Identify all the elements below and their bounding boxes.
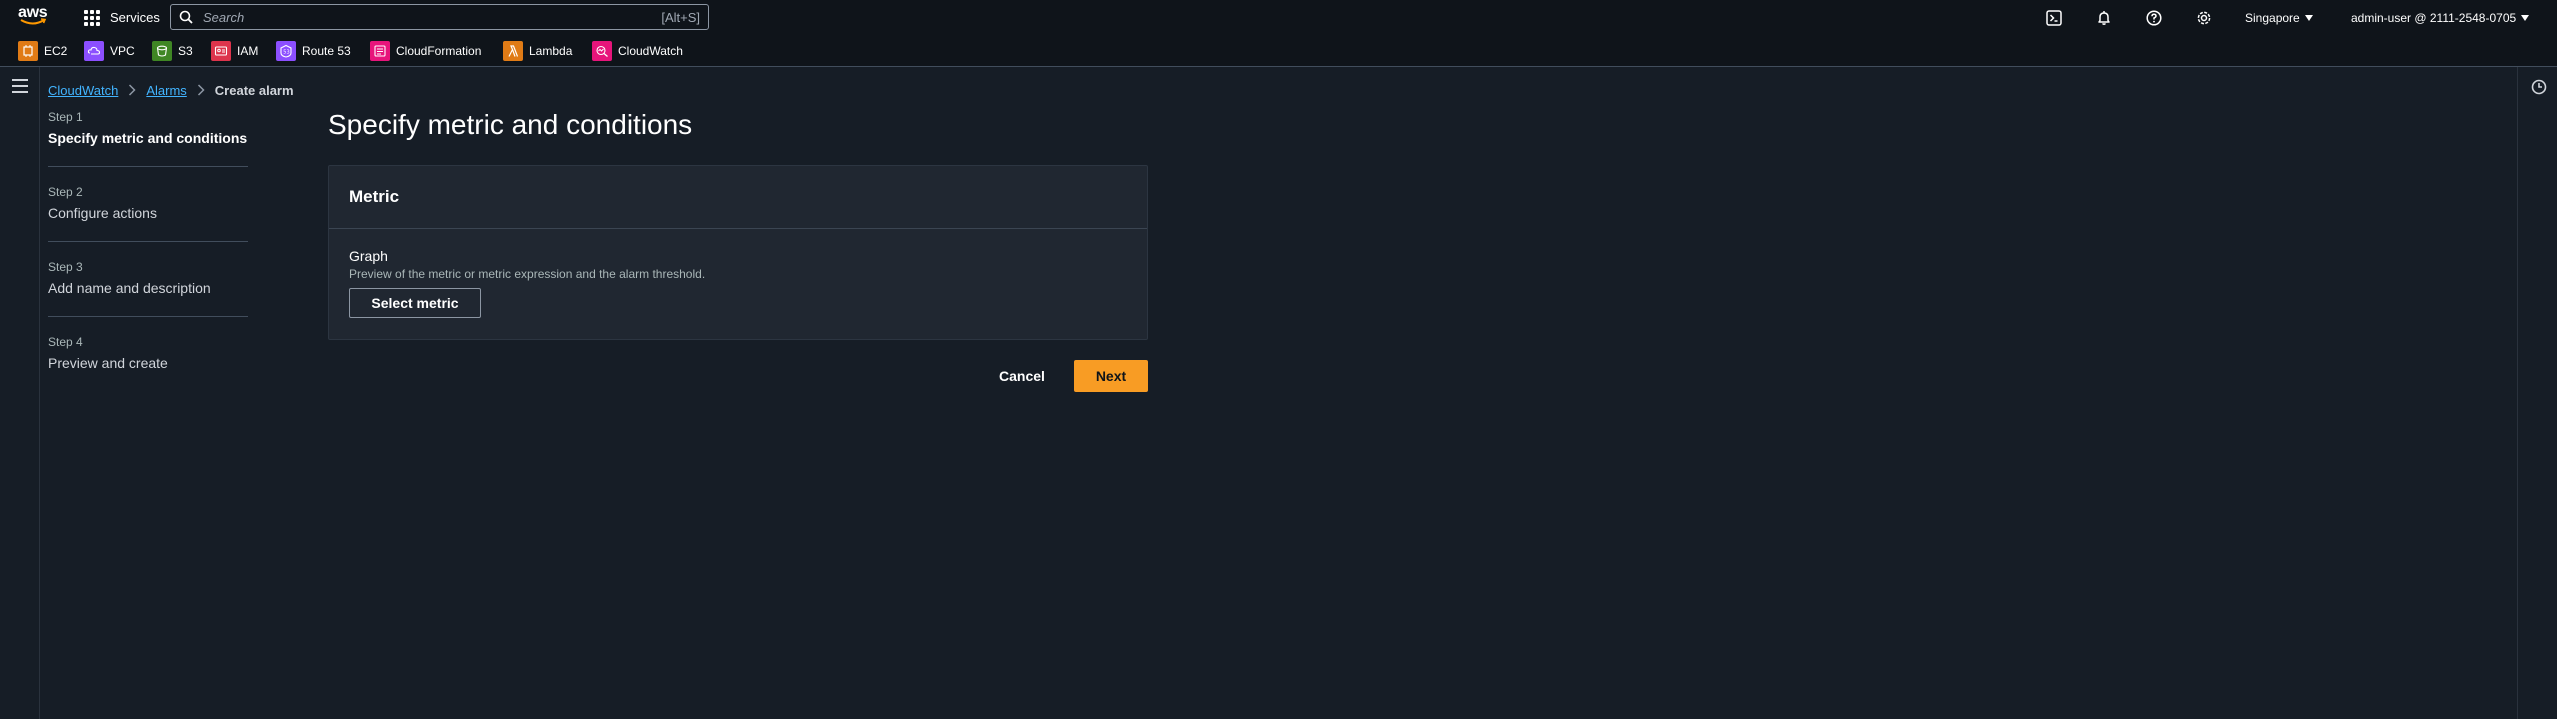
step-number: Step 4: [48, 335, 83, 349]
favorite-vpc[interactable]: VPC: [84, 41, 135, 61]
panel-header: Metric: [329, 166, 1147, 229]
ec2-icon: [18, 41, 38, 61]
route53-icon: 53: [276, 41, 296, 61]
step-divider: [48, 166, 248, 167]
metric-panel: Metric Graph Preview of the metric or me…: [328, 165, 1148, 340]
lambda-icon: [503, 41, 523, 61]
favorite-lambda[interactable]: Lambda: [503, 41, 572, 61]
search-input[interactable]: [203, 9, 662, 25]
cloudwatch-icon: [592, 41, 612, 61]
aws-logo[interactable]: aws: [18, 5, 50, 29]
wizard-step-4[interactable]: Step 4 Preview and create: [48, 335, 248, 410]
wizard-steps: Step 1 Specify metric and conditions Ste…: [48, 110, 248, 410]
step-divider: [48, 316, 248, 317]
svg-text:53: 53: [283, 50, 289, 56]
breadcrumb-link-cloudwatch[interactable]: CloudWatch: [48, 83, 118, 98]
panel-title: Metric: [349, 187, 400, 206]
favorite-label: EC2: [44, 44, 68, 58]
step-number: Step 3: [48, 260, 83, 274]
help-icon[interactable]: [2145, 9, 2163, 27]
step-label: Add name and description: [48, 280, 211, 296]
favorite-cloudformation[interactable]: CloudFormation: [370, 41, 481, 61]
tools-panel-toggle-icon[interactable]: [2531, 79, 2547, 95]
search-icon: [179, 10, 193, 24]
step-label: Configure actions: [48, 205, 157, 221]
step-label: Specify metric and conditions: [48, 130, 248, 146]
settings-gear-icon[interactable]: [2195, 9, 2213, 27]
iam-icon: [211, 41, 231, 61]
chevron-right-icon: [197, 84, 205, 96]
chevron-right-icon: [128, 84, 136, 96]
graph-field-description: Preview of the metric or metric expressi…: [349, 267, 706, 281]
favorite-route-53[interactable]: 53 Route 53: [276, 41, 351, 61]
favorites-bar: EC2 VPC S3 IAM 53 Route 53 CloudFormatio…: [0, 35, 2557, 67]
services-menu-button[interactable]: Services: [84, 0, 160, 35]
wizard-step-2[interactable]: Step 2 Configure actions: [48, 185, 248, 260]
caret-down-icon: [2521, 14, 2530, 21]
account-menu[interactable]: admin-user @ 2111-2548-0705: [2351, 0, 2530, 35]
caret-down-icon: [2304, 14, 2313, 21]
s3-icon: [152, 41, 172, 61]
favorite-s3[interactable]: S3: [152, 41, 193, 61]
favorite-label: CloudFormation: [396, 44, 482, 58]
page-title: Specify metric and conditions: [328, 109, 693, 140]
breadcrumb: CloudWatch Alarms Create alarm: [48, 80, 294, 100]
select-metric-button[interactable]: Select metric: [349, 288, 481, 318]
favorite-ec2[interactable]: EC2: [18, 41, 67, 61]
breadcrumb-link-alarms[interactable]: Alarms: [146, 83, 186, 98]
favorite-label: CloudWatch: [618, 44, 683, 58]
services-label: Services: [110, 10, 160, 25]
vpc-icon: [84, 41, 104, 61]
services-grid-icon: [84, 9, 100, 26]
favorite-label: Lambda: [529, 44, 573, 58]
step-divider: [48, 241, 248, 242]
next-button[interactable]: Next: [1074, 360, 1148, 392]
cloudformation-icon: [370, 41, 390, 61]
favorite-label: IAM: [237, 44, 259, 58]
wizard-step-3[interactable]: Step 3 Add name and description: [48, 260, 248, 335]
wizard-step-1[interactable]: Step 1 Specify metric and conditions: [48, 110, 248, 185]
side-navigation-strip: [0, 67, 40, 719]
panel-body: Graph Preview of the metric or metric ex…: [329, 229, 1147, 337]
step-label: Preview and create: [48, 355, 168, 371]
step-number: Step 1: [48, 110, 83, 124]
favorite-iam[interactable]: IAM: [211, 41, 258, 61]
breadcrumb-current: Create alarm: [214, 82, 294, 98]
cloudshell-icon[interactable]: [2045, 9, 2063, 27]
favorite-label: VPC: [110, 44, 135, 58]
favorite-label: S3: [178, 44, 193, 58]
search-shortcut-hint: [Alt+S]: [661, 9, 700, 25]
favorite-label: Route 53: [302, 44, 351, 58]
menu-hamburger-icon[interactable]: [12, 79, 28, 93]
cancel-button[interactable]: Cancel: [985, 360, 1059, 392]
account-label: admin-user @ 2111-2548-0705: [2351, 10, 2517, 25]
aws-smile-icon: [20, 18, 46, 25]
step-number: Step 2: [48, 185, 83, 199]
tools-panel-strip: [2517, 67, 2557, 719]
notifications-bell-icon[interactable]: [2095, 9, 2113, 27]
search-box[interactable]: [Alt+S]: [170, 4, 709, 30]
favorite-cloudwatch[interactable]: CloudWatch: [592, 41, 683, 61]
graph-field-label: Graph: [349, 248, 388, 264]
region-label: Singapore: [2245, 10, 2300, 25]
top-navigation: aws Services [Alt+S] Singapore admin-: [0, 0, 2557, 35]
region-selector[interactable]: Singapore: [2245, 0, 2313, 35]
